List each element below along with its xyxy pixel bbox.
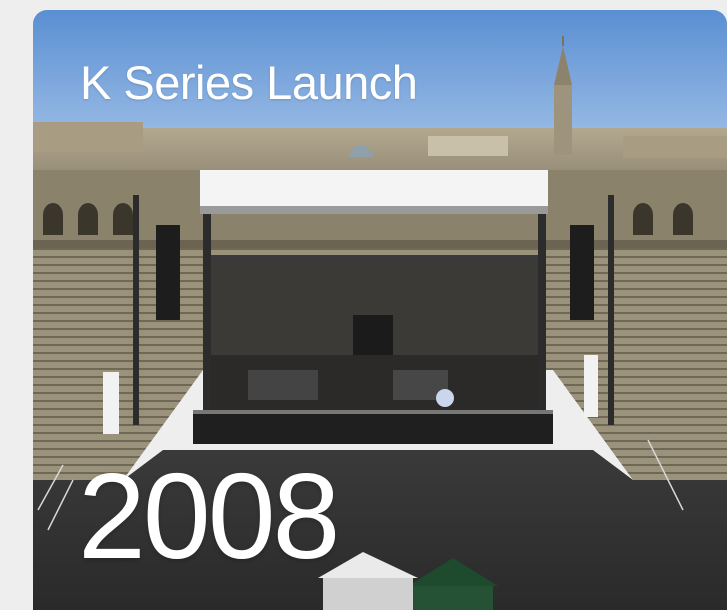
card-title: K Series Launch	[80, 56, 418, 109]
card-year: 2008	[78, 448, 340, 584]
event-card[interactable]: K Series Launch 2008	[33, 10, 727, 610]
